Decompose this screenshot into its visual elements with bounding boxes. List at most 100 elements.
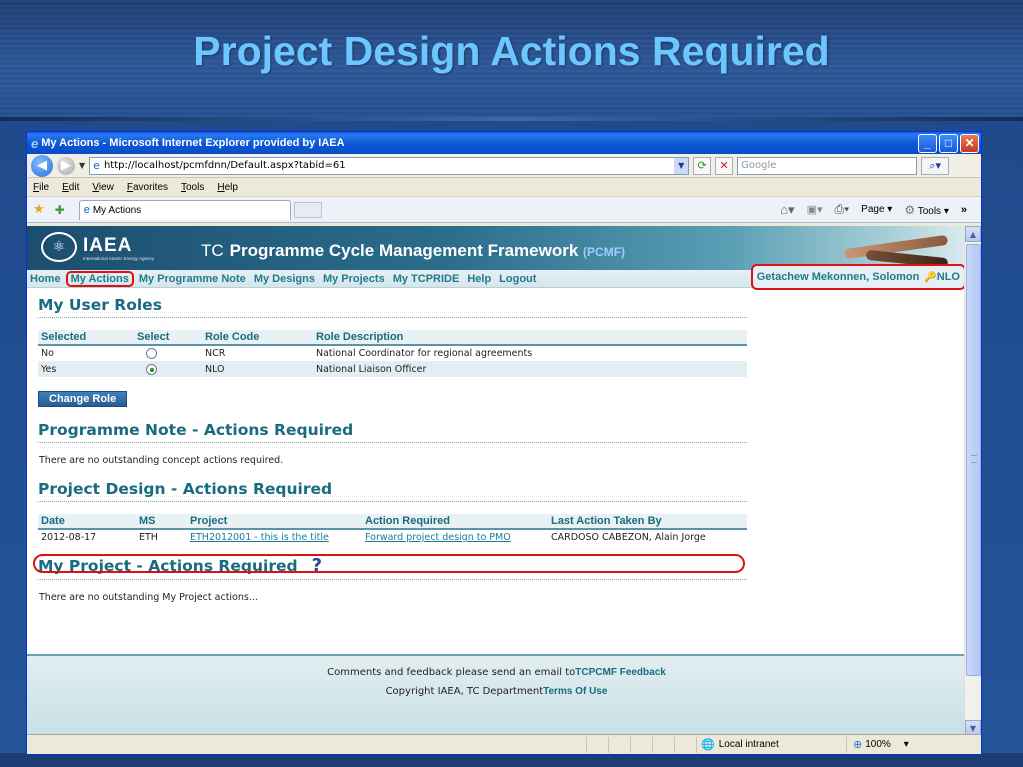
user-name: Getachew Mekonnen, Solomon [756, 271, 920, 283]
print-icon[interactable]: ⎙▾ [835, 202, 850, 217]
project-design-table: Date MS Project Action Required Last Act… [38, 514, 747, 545]
radio-button[interactable] [146, 348, 157, 359]
menu-edit[interactable]: Edit [62, 182, 79, 193]
scroll-up-icon[interactable]: ▲ [965, 226, 981, 242]
nav-help[interactable]: Help [467, 273, 491, 285]
status-seg [587, 736, 609, 753]
page-menu[interactable]: Page ▾ [861, 204, 892, 215]
footer-feedback-text: Comments and feedback please send an ema… [327, 667, 576, 678]
roles-title: My User Roles [38, 296, 747, 318]
zoom-dropdown-icon[interactable]: ▾ [904, 739, 909, 750]
site-nav: Home My Actions My Programme Note My Des… [27, 264, 966, 290]
table-row: Yes NLO National Liaison Officer [38, 361, 747, 377]
close-button[interactable]: ✕ [960, 133, 979, 153]
menu-tools[interactable]: Tools [181, 182, 204, 193]
help-icon[interactable]: ? [312, 555, 322, 576]
vertical-scrollbar[interactable]: ▲ ▼ [964, 226, 981, 736]
site-footer: Comments and feedback please send an ema… [27, 654, 966, 736]
role-code: NCR [205, 348, 226, 359]
radio-button[interactable] [146, 363, 157, 375]
tab-my-actions[interactable]: e My Actions [78, 199, 291, 220]
design-date: 2012-08-17 [41, 532, 97, 543]
status-bar: 🌐 Local intranet ⊕ 100% ▾ [27, 734, 981, 754]
nav-logout[interactable]: Logout [499, 273, 536, 285]
status-seg [631, 736, 653, 753]
action-link-text[interactable]: Forward project design to PMO [365, 532, 511, 543]
gear-icon: ⚙ [904, 202, 916, 217]
url-input[interactable]: e http://localhost/pcmfdnn/Default.aspx?… [89, 156, 690, 175]
site-logo-subtitle: International Atomic Energy Agency [83, 256, 155, 261]
roles-col-code: Role Code [202, 330, 313, 346]
design-action-link[interactable]: Forward project design to PMO [362, 529, 548, 545]
design-col-project: Project [187, 514, 362, 530]
footer-copyright: Copyright IAEA, TC DepartmentTerms Of Us… [27, 686, 966, 697]
thumb-grip [971, 455, 977, 463]
forward-button[interactable]: ▶ [57, 156, 75, 175]
maximize-button[interactable]: □ [939, 133, 958, 153]
nav-my-designs[interactable]: My Designs [254, 273, 315, 285]
refresh-icon[interactable]: ⟳ [693, 156, 712, 175]
more-chevron-icon[interactable]: » [961, 204, 967, 216]
back-button[interactable]: ◀ [31, 154, 53, 177]
site-title-main: Programme Cycle Management Framework [229, 241, 579, 260]
current-user: Getachew Mekonnen, Solomon 🔑 NLO [750, 264, 966, 290]
design-project-link[interactable]: ETH2012001 - this is the title [187, 529, 362, 545]
zoom-control[interactable]: ⊕ 100% ▾ [847, 738, 909, 751]
zoom-level: 100% [865, 739, 891, 750]
role-radio[interactable] [134, 345, 202, 361]
status-seg [609, 736, 631, 753]
search-button[interactable]: ⌕▾ [921, 156, 950, 175]
feedback-link[interactable]: TCPCMF Feedback [575, 667, 666, 678]
menu-bar: File Edit View Favorites Tools Help [27, 178, 981, 197]
history-dropdown-icon[interactable]: ▼ [79, 161, 85, 170]
nav-my-tcpride[interactable]: My TCPRIDE [393, 273, 460, 285]
menu-favorites[interactable]: Favorites [127, 182, 168, 193]
feed-icon[interactable]: ▣▾ [807, 203, 823, 216]
page-viewport: ⚛ IAEA International Atomic Energy Agenc… [27, 226, 966, 736]
design-ms: ETH [139, 532, 158, 543]
tools-menu-label: Tools [917, 205, 942, 217]
search-input[interactable]: Google [737, 156, 918, 175]
page-icon: e [93, 159, 100, 172]
stop-icon[interactable]: ✕ [715, 156, 734, 175]
menu-file[interactable]: File [33, 182, 49, 193]
change-role-button[interactable]: Change Role [38, 391, 128, 407]
nav-my-actions[interactable]: My Actions [65, 270, 134, 287]
programme-note-title: Programme Note - Actions Required [38, 421, 747, 443]
nav-my-projects[interactable]: My Projects [323, 273, 385, 285]
project-link-text[interactable]: ETH2012001 - this is the title [190, 532, 329, 543]
role-selected: Yes [38, 361, 134, 377]
menu-help[interactable]: Help [217, 182, 238, 193]
url-dropdown-icon[interactable]: ▼ [674, 157, 689, 174]
add-favorites-icon[interactable]: ✚ [55, 203, 65, 217]
design-last-by: CARDOSO CABEZON, Alain Jorge [551, 532, 706, 543]
key-icon: 🔑 [924, 271, 937, 283]
status-text [27, 736, 587, 753]
design-col-last-by: Last Action Taken By [548, 514, 747, 530]
new-tab-button[interactable] [293, 201, 322, 218]
user-role: NLO [936, 271, 960, 283]
tab-label: My Actions [92, 204, 142, 216]
favorites-star-icon[interactable]: ★ [33, 202, 45, 217]
minimize-button[interactable]: _ [918, 133, 937, 153]
tools-menu[interactable]: ⚙ Tools ▾ [904, 203, 949, 217]
window-title: My Actions - Microsoft Internet Explorer… [41, 137, 345, 149]
footer-copyright-text: Copyright IAEA, TC Department [385, 686, 544, 697]
nav-home[interactable]: Home [30, 273, 61, 285]
project-design-title: Project Design - Actions Required [38, 480, 747, 502]
nav-my-programme-note[interactable]: My Programme Note [139, 273, 246, 285]
menu-view[interactable]: View [92, 182, 114, 193]
roles-col-select: Select [134, 330, 202, 346]
roles-table: Selected Select Role Code Role Descripti… [38, 330, 747, 377]
terms-link[interactable]: Terms Of Use [543, 686, 607, 697]
role-description: National Coordinator for regional agreem… [316, 348, 533, 359]
roles-col-selected: Selected [38, 330, 134, 346]
page-menu-label: Page [861, 204, 885, 215]
table-row: 2012-08-17 ETH ETH2012001 - this is the … [38, 529, 747, 545]
slide-divider [0, 117, 1023, 121]
scroll-thumb[interactable] [966, 244, 981, 676]
role-radio[interactable] [134, 361, 202, 377]
site-logo: IAEA [83, 235, 133, 256]
tab-bar: ★ ✚ e My Actions ⌂▾ ▣▾ ⎙▾ Page ▾ ⚙ Tools… [27, 197, 981, 223]
home-icon[interactable]: ⌂▾ [780, 202, 794, 218]
